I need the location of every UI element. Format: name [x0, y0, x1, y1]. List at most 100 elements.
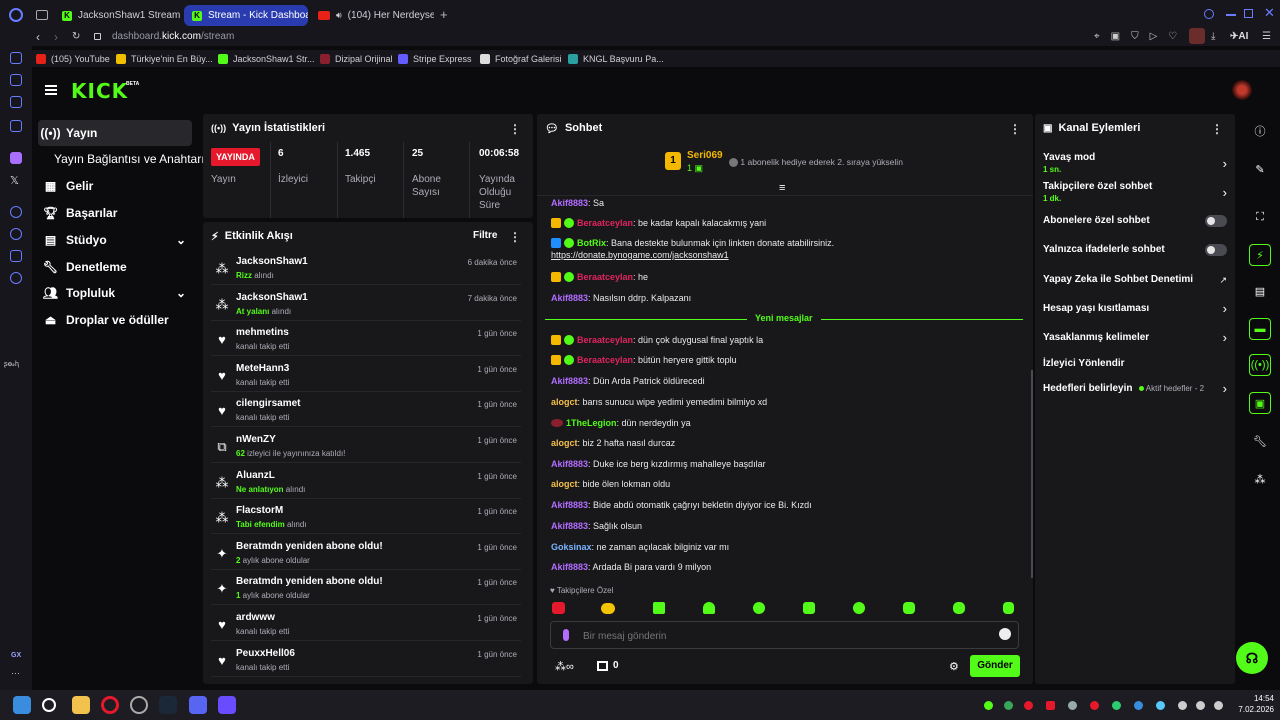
lightning-widget-icon[interactable]: ⚡︎	[1249, 244, 1271, 266]
activity-item[interactable]: ✦ Beratmdn yeniden abone oldu! 1 aylık abo…	[211, 572, 521, 606]
profile-avatar[interactable]	[1189, 28, 1205, 44]
action-subscribers-only[interactable]: Abonelere özel sohbet	[1043, 215, 1229, 227]
activity-item[interactable]: ⁂ JacksonShaw1 Rizz alındı 6 dakika önce	[211, 252, 521, 285]
tab-kick-dashboard[interactable]: K Stream - Kick Dashboard	[184, 5, 308, 26]
donate-link[interactable]: https://donate.bynogame.com/jacksonshaw1	[551, 250, 729, 260]
file-explorer-icon[interactable]	[72, 696, 90, 714]
support-button[interactable]: ☊	[1236, 642, 1268, 674]
heart-outline-icon[interactable]: ♡	[1168, 31, 1177, 42]
chat-username[interactable]: 1TheLegion	[566, 418, 617, 428]
back-icon[interactable]: ‹	[36, 30, 40, 44]
actions-widget-icon[interactable]: ▣	[1249, 392, 1271, 414]
shield-icon[interactable]: ⛉	[1131, 31, 1139, 42]
store-icon[interactable]	[597, 661, 608, 671]
chat-username[interactable]: BotRix	[577, 238, 606, 248]
chat-username[interactable]: Beraatceylan	[577, 272, 633, 282]
messenger-icon[interactable]	[10, 120, 22, 132]
chat-scrollbar[interactable]	[1031, 370, 1033, 578]
tray-icon[interactable]	[1090, 701, 1099, 710]
chat-username[interactable]: Akif8883	[551, 376, 588, 386]
ai-button[interactable]: ✈AI	[1230, 31, 1248, 42]
action-ai-moderation[interactable]: Yapay Zeka ile Sohbet Denetimi ↗	[1043, 274, 1229, 285]
bookmark-youtube[interactable]: (105) YouTube	[36, 50, 110, 67]
activity-item[interactable]: ♥ cilengirsamet kanalı takip etti 1 gün önc…	[211, 394, 521, 428]
sidebar-item-yayin[interactable]: ((•)) Yayın	[38, 120, 192, 146]
twitch-icon[interactable]	[10, 152, 22, 164]
send-button[interactable]: Gönder	[970, 655, 1020, 677]
chat-message-input[interactable]	[583, 628, 973, 644]
bookmark-kngl[interactable]: KNGL Başvuru Pa...	[568, 50, 664, 67]
chat-input-box[interactable]	[550, 621, 1019, 649]
reload-icon[interactable]: ↻	[72, 31, 80, 42]
home-icon[interactable]	[10, 52, 22, 64]
chat-username[interactable]: Beraatceylan	[577, 218, 633, 228]
tray-icon[interactable]	[1046, 701, 1055, 710]
mic-tray-icon[interactable]	[1178, 701, 1187, 710]
chat-username[interactable]: Goksinax	[551, 542, 592, 552]
extensions-icon[interactable]	[10, 250, 22, 262]
sidebar-item-basarilar[interactable]: 🏆︎ Başarılar	[38, 200, 192, 226]
chat-menu-icon[interactable]: ⋮	[1009, 122, 1021, 136]
activity-item[interactable]: ♥ mehmetins kanalı takip etti 1 gün önce	[211, 323, 521, 357]
action-goals[interactable]: Hedefleri belirleyin Aktif hedefler - 2 …	[1043, 381, 1229, 396]
emote-frame-icon[interactable]	[653, 602, 665, 614]
broadcast-widget-icon[interactable]: ((•))	[1249, 354, 1271, 376]
player-icon[interactable]	[10, 206, 22, 218]
volume-icon[interactable]	[1214, 701, 1223, 710]
steam-icon[interactable]	[159, 696, 177, 714]
tray-icon[interactable]	[1156, 701, 1165, 710]
action-emotes-only[interactable]: Yalnızca ifadelerle sohbet	[1043, 244, 1229, 256]
tray-icon[interactable]	[1134, 701, 1143, 710]
user-avatar[interactable]	[1232, 80, 1252, 100]
tray-icon[interactable]	[1112, 701, 1121, 710]
activity-menu-icon[interactable]: ⋮	[509, 230, 521, 244]
activity-item[interactable]: ⁂ AluanzL Ne anlatıyon alındı 1 gün önce	[211, 466, 521, 499]
action-account-age[interactable]: Hesap yaşı kısıtlaması ›	[1043, 301, 1229, 316]
users-icon[interactable]: ⁂∞	[555, 660, 574, 673]
chat-username[interactable]: alogct	[551, 397, 578, 407]
tab-list-icon[interactable]	[36, 10, 48, 20]
mic-icon[interactable]	[563, 629, 569, 641]
discord-icon[interactable]	[189, 696, 207, 714]
bookmark-dizipal[interactable]: Dizipal Orijinal	[320, 50, 393, 67]
bookmark-foto[interactable]: Fotoğraf Galerisi	[480, 50, 562, 67]
search-icon[interactable]	[42, 698, 56, 712]
kick-logo[interactable]: KICK	[71, 79, 128, 103]
action-banned-words[interactable]: Yasaklanmış kelimeler ›	[1043, 330, 1229, 345]
info-icon[interactable]: ⓘ	[1249, 120, 1271, 142]
app-icon[interactable]	[218, 696, 236, 714]
chat-username[interactable]: Akif8883	[551, 293, 588, 303]
download-icon[interactable]: ⤓	[1211, 31, 1215, 42]
sidebar-item-droplar[interactable]: ⏏ Droplar ve ödüller	[38, 307, 192, 333]
opera-logo-icon[interactable]	[9, 8, 23, 22]
emote-duck-icon[interactable]	[601, 603, 615, 614]
chat-username[interactable]: Akif8883	[551, 500, 588, 510]
action-followers-only[interactable]: Takipçilere özel sohbet 1 dk. ›	[1043, 181, 1229, 203]
subscribers-only-toggle[interactable]	[1205, 215, 1227, 227]
chat-username[interactable]: Akif8883	[551, 459, 588, 469]
emote-grin-icon[interactable]	[953, 602, 965, 614]
play-icon[interactable]: ▷	[1150, 31, 1158, 42]
new-tab-button[interactable]: +	[440, 8, 448, 21]
forward-icon[interactable]: ›	[54, 30, 58, 44]
restore-icon[interactable]	[1244, 9, 1253, 18]
activity-item[interactable]: ⧉ nWenZY 62 izleyici ile yayınınıza katıld…	[211, 430, 521, 463]
bookmark-jacksonshaw1[interactable]: JacksonShaw1 Str...	[218, 50, 315, 67]
x-icon[interactable]: 𝕏	[10, 174, 19, 187]
chat-username[interactable]: alogct	[551, 438, 578, 448]
camera-icon[interactable]: ▣	[1111, 31, 1120, 42]
chat-settings-icon[interactable]: ⚙︎	[949, 660, 959, 673]
stats-menu-icon[interactable]: ⋮	[509, 122, 521, 136]
emote-smile-icon[interactable]	[903, 602, 915, 614]
chat-username[interactable]: Akif8883	[551, 198, 588, 208]
action-raid[interactable]: İzleyici Yönlendir	[1043, 358, 1229, 369]
tray-icon[interactable]	[1024, 701, 1033, 710]
emote-red-icon[interactable]	[552, 602, 565, 614]
activity-item[interactable]: ♥ MeteHann3 kanalı takip etti 1 gün önce	[211, 359, 521, 392]
tray-icon[interactable]	[1068, 701, 1077, 710]
gifter-name[interactable]: Seri069	[687, 150, 723, 161]
workspace-icon[interactable]	[10, 74, 22, 86]
emote-laugh-icon[interactable]	[853, 602, 865, 614]
emote-happy-icon[interactable]	[1003, 602, 1014, 614]
wrench-widget-icon[interactable]: 🔧︎	[1249, 430, 1271, 452]
